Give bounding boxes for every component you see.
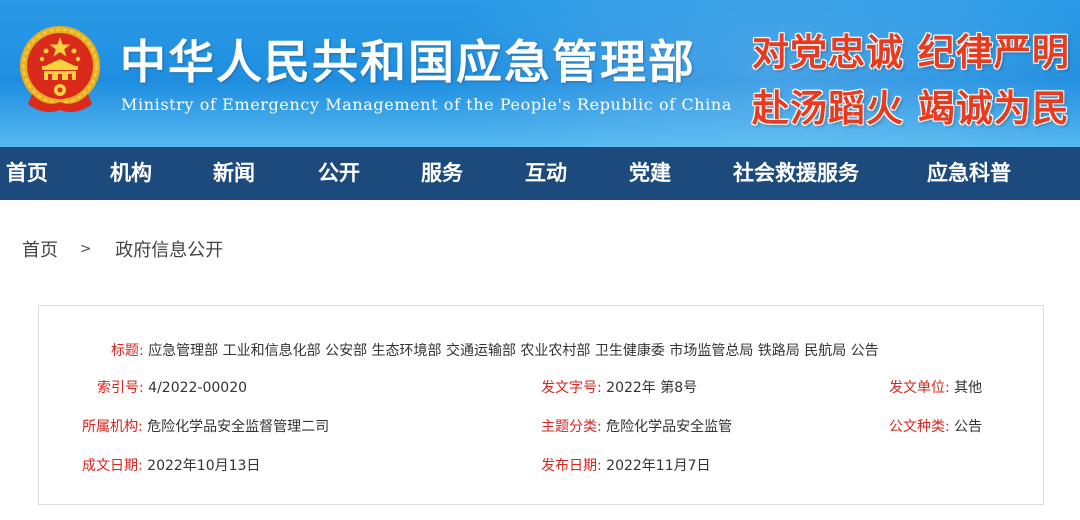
field-published-date-value: 2022年11月7日 bbox=[606, 458, 711, 474]
field-index: 索引号: 4/2022-00020 bbox=[97, 377, 247, 397]
field-issuer: 发文单位: 其他 bbox=[889, 377, 982, 397]
field-doc-number: 发文字号: 2022年 第8号 bbox=[541, 377, 697, 397]
nav-item-organization[interactable]: 机构 bbox=[110, 147, 152, 200]
field-published-date-label: 发布日期: bbox=[541, 458, 602, 474]
nav-item-disclosure[interactable]: 公开 bbox=[318, 147, 360, 200]
main-nav: 首页 机构 新闻 公开 服务 互动 党建 社会救援服务 应急科普 bbox=[0, 147, 1080, 200]
field-doc-type-label: 公文种类: bbox=[889, 419, 950, 435]
breadcrumb-separator: > bbox=[79, 241, 92, 257]
field-published-date: 发布日期: 2022年11月7日 bbox=[541, 455, 711, 475]
field-doc-number-value: 2022年 第8号 bbox=[606, 380, 698, 396]
site-subtitle: Ministry of Emergency Management of the … bbox=[121, 95, 732, 114]
field-issuer-value: 其他 bbox=[954, 380, 983, 396]
field-organization: 所属机构: 危险化学品安全监督管理二司 bbox=[82, 416, 329, 436]
field-written-date-value: 2022年10月13日 bbox=[147, 458, 261, 474]
nav-item-interaction[interactable]: 互动 bbox=[525, 147, 567, 200]
document-info-panel: 标题: 应急管理部 工业和信息化部 公安部 生态环境部 交通运输部 农业农村部 … bbox=[38, 305, 1044, 505]
nav-item-party[interactable]: 党建 bbox=[629, 147, 671, 200]
field-topic: 主题分类: 危险化学品安全监管 bbox=[541, 416, 732, 436]
breadcrumb: 首页 > 政府信息公开 bbox=[22, 236, 223, 262]
nav-item-services[interactable]: 服务 bbox=[421, 147, 463, 200]
field-organization-label: 所属机构: bbox=[82, 419, 143, 435]
breadcrumb-current: 政府信息公开 bbox=[115, 240, 224, 261]
field-organization-value: 危险化学品安全监督管理二司 bbox=[147, 419, 330, 435]
site-header: 中华人民共和国应急管理部 Ministry of Emergency Manag… bbox=[0, 0, 1080, 147]
site-title: 中华人民共和国应急管理部 bbox=[120, 35, 696, 89]
field-doc-type: 公文种类: 公告 bbox=[889, 416, 982, 436]
field-doc-type-value: 公告 bbox=[954, 419, 983, 435]
field-title-value: 应急管理部 工业和信息化部 公安部 生态环境部 交通运输部 农业农村部 卫生健康… bbox=[148, 343, 879, 359]
nav-item-rescue[interactable]: 社会救援服务 bbox=[733, 147, 859, 200]
breadcrumb-home[interactable]: 首页 bbox=[22, 240, 58, 261]
nav-item-home[interactable]: 首页 bbox=[6, 147, 48, 200]
field-written-date: 成文日期: 2022年10月13日 bbox=[82, 455, 260, 475]
nav-item-news[interactable]: 新闻 bbox=[213, 147, 255, 200]
nav-item-science[interactable]: 应急科普 bbox=[927, 147, 1011, 200]
field-written-date-label: 成文日期: bbox=[82, 458, 143, 474]
field-index-label: 索引号: bbox=[97, 380, 144, 396]
field-index-value: 4/2022-00020 bbox=[148, 380, 248, 396]
slogan-line-2: 赴汤蹈火 竭诚为民 bbox=[752, 86, 1070, 130]
field-topic-value: 危险化学品安全监管 bbox=[606, 419, 733, 435]
field-title: 标题: 应急管理部 工业和信息化部 公安部 生态环境部 交通运输部 农业农村部 … bbox=[111, 340, 879, 360]
field-issuer-label: 发文单位: bbox=[889, 380, 950, 396]
field-topic-label: 主题分类: bbox=[541, 419, 602, 435]
slogan-line-1: 对党忠诚 纪律严明 bbox=[752, 30, 1070, 74]
field-doc-number-label: 发文字号: bbox=[541, 380, 602, 396]
field-title-label: 标题: bbox=[111, 343, 144, 359]
national-emblem-icon bbox=[20, 26, 100, 112]
